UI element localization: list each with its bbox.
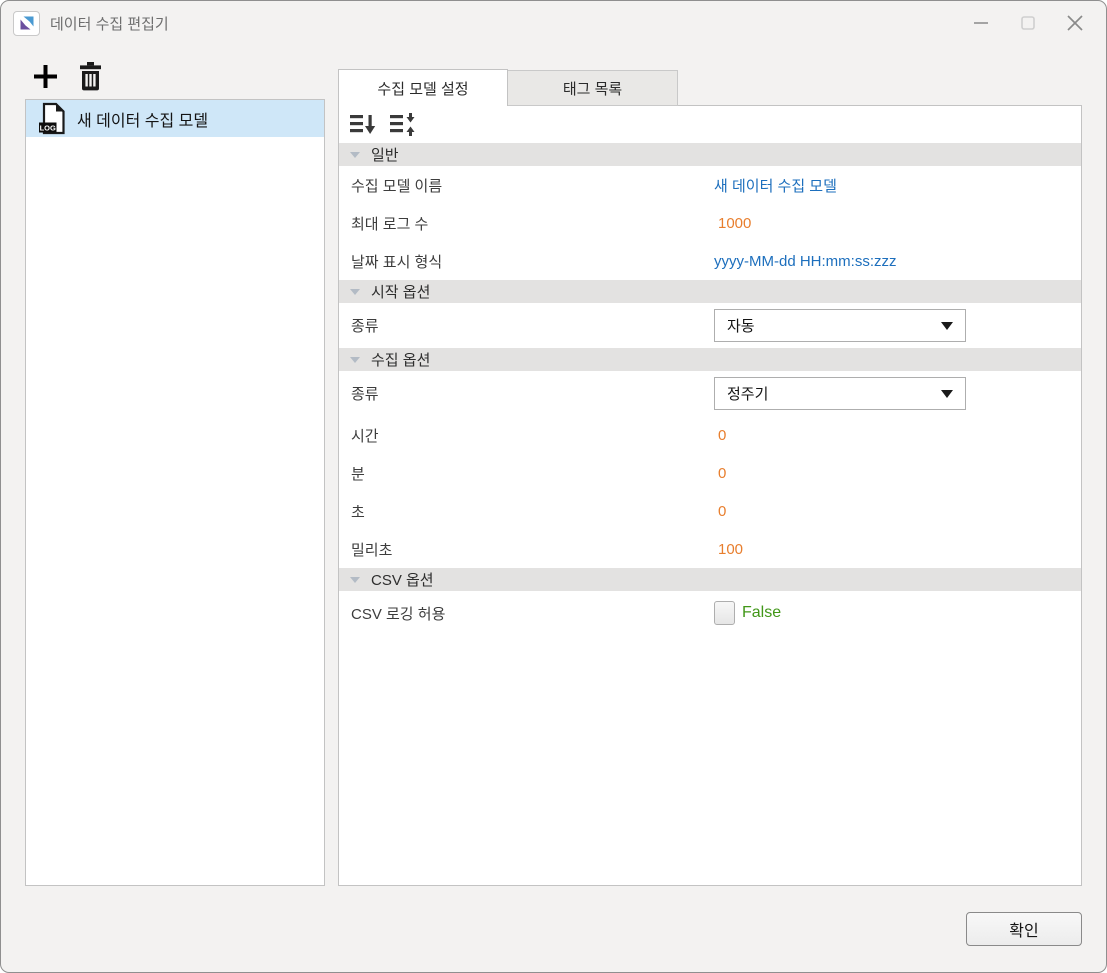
section-header-csv-options[interactable]: CSV 옵션 [339,568,1081,591]
property-label: 종류 [339,315,714,336]
chevron-down-icon [941,390,953,398]
app-logo-icon [19,15,35,31]
section-title: 일반 [371,144,399,165]
collapse-triangle-icon [350,577,360,583]
tab-bar: 수집 모델 설정 태그 목록 [338,69,678,106]
property-row-seconds: 초 0 [339,492,1081,530]
section-header-start-options[interactable]: 시작 옵션 [339,280,1081,303]
property-label: 밀리초 [339,539,714,560]
property-label: 종류 [339,383,714,404]
dropdown-value: 자동 [727,315,755,336]
maximize-button[interactable] [1004,1,1051,45]
field-milliseconds[interactable]: 100 [714,541,743,558]
checkbox-value-label: False [742,604,781,622]
property-label: 시간 [339,425,714,446]
start-type-dropdown[interactable]: 자동 [714,309,966,342]
tab-model-settings[interactable]: 수집 모델 설정 [338,69,508,106]
model-list-toolbar [31,61,104,91]
property-row-csv-logging: CSV 로깅 허용 False [339,591,1081,635]
field-max-log-count[interactable]: 1000 [714,215,751,232]
property-label: 분 [339,463,714,484]
property-panel: 일반 수집 모델 이름 새 데이터 수집 모델 최대 로그 수 1000 날짜 … [338,105,1082,886]
property-grid-toolbar [339,106,1081,143]
ok-button[interactable]: 확인 [966,912,1082,946]
section-title: 시작 옵션 [371,281,430,302]
collapse-triangle-icon [350,357,360,363]
property-row-milliseconds: 밀리초 100 [339,530,1081,568]
close-icon [1064,12,1086,34]
window-title: 데이터 수집 편집기 [50,13,169,34]
title-bar: 데이터 수집 편집기 [1,1,1106,45]
property-row-start-type: 종류 자동 [339,303,1081,348]
window-controls [957,1,1098,45]
dropdown-value: 정주기 [727,383,768,404]
csv-logging-field: False [714,601,781,625]
property-label: 최대 로그 수 [339,213,714,234]
section-title: 수집 옵션 [371,349,430,370]
minimize-icon [971,13,991,33]
list-item-model[interactable]: LOG 새 데이터 수집 모델 [26,100,324,137]
maximize-icon [1018,13,1038,33]
sort-categorized-icon [349,113,376,136]
tab-tag-list[interactable]: 태그 목록 [508,70,678,106]
log-document-icon: LOG [38,102,66,135]
csv-logging-checkbox[interactable] [714,601,735,625]
minimize-button[interactable] [957,1,1004,45]
property-label: CSV 로깅 허용 [339,603,714,624]
chevron-down-icon [941,322,953,330]
collect-type-dropdown[interactable]: 정주기 [714,377,966,410]
plus-icon [32,63,59,90]
close-button[interactable] [1051,1,1098,45]
field-minutes[interactable]: 0 [714,465,726,482]
sort-alphabetical-button[interactable] [388,112,416,138]
dialog-window: 데이터 수집 편집기 [0,0,1107,973]
property-row-collect-type: 종류 정주기 [339,371,1081,416]
property-row-max-log-count: 최대 로그 수 1000 [339,204,1081,242]
sort-categorized-button[interactable] [348,112,376,138]
field-model-name[interactable]: 새 데이터 수집 모델 [714,175,837,196]
delete-model-button[interactable] [76,61,104,91]
property-label: 날짜 표시 형식 [339,251,714,272]
field-hours[interactable]: 0 [714,427,726,444]
property-row-hours: 시간 0 [339,416,1081,454]
section-header-general[interactable]: 일반 [339,143,1081,166]
svg-text:LOG: LOG [40,124,56,133]
sort-alphabetical-icon [389,113,416,136]
property-label: 초 [339,501,714,522]
add-model-button[interactable] [31,61,59,91]
property-row-minutes: 분 0 [339,454,1081,492]
field-date-format[interactable]: yyyy-MM-dd HH:mm:ss:zzz [714,253,897,270]
trash-icon [78,62,103,91]
section-header-collect-options[interactable]: 수집 옵션 [339,348,1081,371]
property-label: 수집 모델 이름 [339,175,714,196]
property-row-model-name: 수집 모델 이름 새 데이터 수집 모델 [339,166,1081,204]
model-list: LOG 새 데이터 수집 모델 [25,99,325,886]
property-row-date-format: 날짜 표시 형식 yyyy-MM-dd HH:mm:ss:zzz [339,242,1081,280]
field-seconds[interactable]: 0 [714,503,726,520]
collapse-triangle-icon [350,152,360,158]
collapse-triangle-icon [350,289,360,295]
app-icon [13,11,40,36]
list-item-label: 새 데이터 수집 모델 [77,107,208,131]
section-title: CSV 옵션 [371,569,434,590]
